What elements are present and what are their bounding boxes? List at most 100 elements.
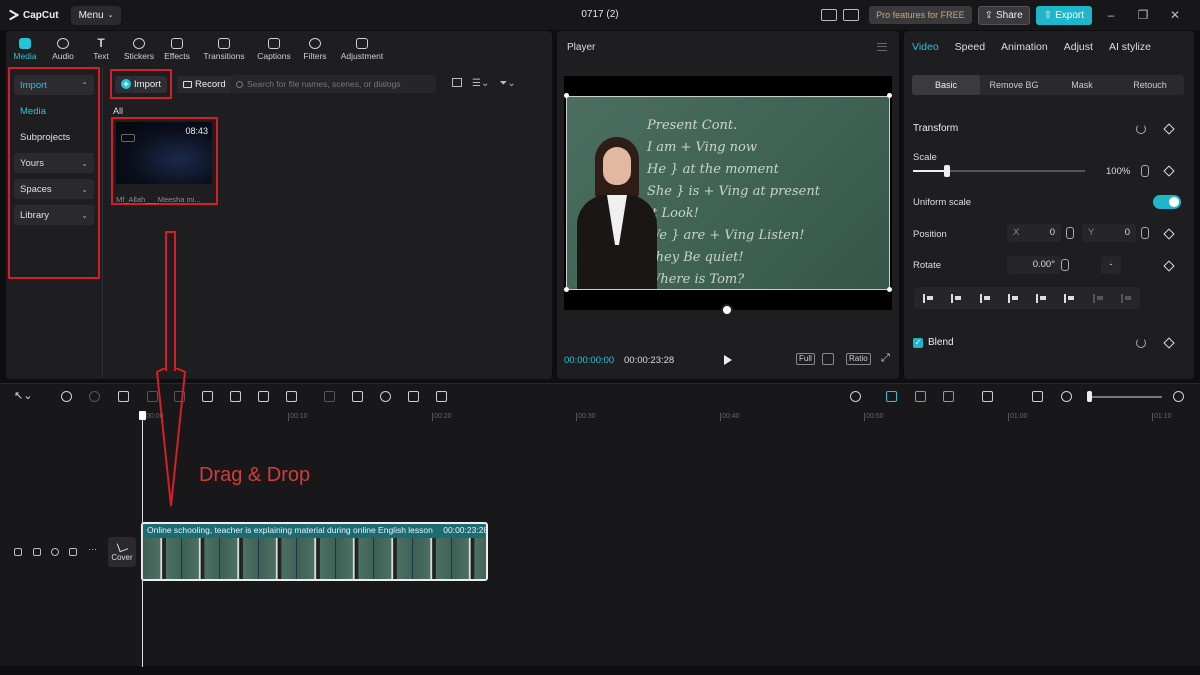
grid-view-icon[interactable] (452, 78, 462, 87)
menu-icon[interactable] (877, 43, 887, 51)
tab-animation[interactable]: Animation (993, 41, 1056, 53)
minimize-icon[interactable]: – (1098, 8, 1124, 22)
blend-heading[interactable]: Blend (928, 337, 954, 348)
align-top-icon[interactable] (1007, 293, 1018, 303)
rotate-input[interactable]: 0.00° (1007, 256, 1061, 274)
keyframe-icon[interactable] (1163, 337, 1175, 349)
keyframe-icon[interactable] (1163, 123, 1175, 135)
filter-icon[interactable]: ⏷⌄ (499, 78, 515, 89)
cover-button[interactable]: Cover (108, 537, 136, 567)
pro-features-button[interactable]: Pro features for FREE (869, 6, 972, 24)
media-thumbnail[interactable]: 08:43 (116, 122, 212, 184)
hd-icon[interactable] (436, 391, 447, 402)
zoom-slider[interactable] (1090, 396, 1162, 398)
reset-icon[interactable] (1136, 124, 1146, 134)
position-y-stepper-icon[interactable] (1141, 227, 1149, 239)
tab-filters[interactable]: Filters (296, 31, 334, 61)
transform-heading[interactable]: Transform (913, 123, 958, 134)
scale-slider-knob[interactable] (944, 165, 951, 177)
align-center-h-icon[interactable] (951, 293, 962, 303)
split-icon[interactable] (118, 391, 129, 402)
close-icon[interactable]: ✕ (1162, 8, 1188, 22)
side-item-spaces[interactable]: Spaces ⌄ (14, 179, 94, 199)
person-icon[interactable] (380, 391, 391, 402)
keyframe-icon[interactable] (1163, 260, 1175, 272)
import-button[interactable]: + Import (115, 75, 167, 93)
rotate-stepper-icon[interactable] (1061, 259, 1069, 271)
blend-checkbox[interactable]: ✓ (913, 338, 923, 348)
resize-handle[interactable] (887, 93, 892, 98)
more-icon[interactable]: ··· (88, 544, 97, 554)
lock-icon[interactable] (33, 548, 41, 556)
mirror-icon[interactable] (352, 391, 363, 402)
export-button[interactable]: ⇧ Export (1035, 5, 1092, 25)
volume-icon[interactable] (69, 548, 77, 556)
align-right-icon[interactable] (979, 293, 990, 303)
fullscreen-icon[interactable]: ⤢ (879, 353, 892, 365)
magnet-icon[interactable] (915, 391, 926, 402)
microphone-icon[interactable] (850, 391, 861, 402)
video-preview[interactable]: Present Cont. I am + Ving now He } at th… (564, 76, 892, 310)
undo-icon[interactable] (61, 391, 72, 402)
position-y-input[interactable]: Y 0 (1082, 224, 1136, 242)
tab-captions[interactable]: Captions (252, 31, 296, 61)
link-clips-icon[interactable] (943, 391, 954, 402)
tab-audio[interactable]: Audio (44, 31, 82, 61)
maximize-icon[interactable]: ❐ (1130, 8, 1156, 22)
keyframe-icon[interactable] (1163, 228, 1175, 240)
fit-icon[interactable] (822, 353, 834, 365)
scale-stepper-icon[interactable] (1141, 165, 1149, 177)
scale-value[interactable]: 100% (1106, 166, 1130, 177)
link-icon[interactable] (886, 391, 897, 402)
preview-axis-icon[interactable] (982, 391, 993, 402)
record-button[interactable]: Record (177, 76, 232, 93)
tab-adjustment[interactable]: Adjustment (334, 31, 390, 61)
position-x-stepper-icon[interactable] (1066, 227, 1074, 239)
tab-adjust[interactable]: Adjust (1056, 41, 1101, 53)
side-item-yours[interactable]: Yours ⌄ (14, 153, 94, 173)
resize-handle[interactable] (887, 287, 892, 292)
rotate-handle-icon[interactable] (721, 304, 733, 316)
sort-icon[interactable]: ☰⌄ (472, 78, 489, 89)
zoom-out-icon[interactable] (1061, 391, 1072, 402)
full-button[interactable]: Full (796, 353, 815, 365)
tab-transitions[interactable]: Transitions (196, 31, 252, 61)
keyboard-icon[interactable] (843, 9, 860, 21)
tab-speed[interactable]: Speed (947, 41, 993, 53)
zoom-in-icon[interactable] (1173, 391, 1184, 402)
tab-effects[interactable]: Effects (158, 31, 196, 61)
delete-icon[interactable] (202, 391, 213, 402)
magic-wand-icon[interactable] (408, 391, 419, 402)
side-item-media[interactable]: Media (14, 101, 94, 121)
align-center-v-icon[interactable] (1036, 293, 1047, 303)
tab-video[interactable]: Video (904, 41, 947, 53)
uniform-scale-toggle[interactable] (1153, 195, 1181, 209)
menu-button[interactable]: Menu ⌄ (70, 5, 122, 25)
subtab-mask[interactable]: Mask (1048, 75, 1116, 95)
reset-icon[interactable] (1136, 338, 1146, 348)
play-icon[interactable] (724, 355, 732, 365)
share-button[interactable]: ⇪ Share (977, 5, 1030, 25)
tab-stickers[interactable]: Stickers (120, 31, 158, 61)
resize-handle[interactable] (564, 93, 569, 98)
resize-handle[interactable] (564, 287, 569, 292)
side-item-library[interactable]: Library ⌄ (14, 205, 94, 225)
marker-icon[interactable] (230, 391, 241, 402)
scale-slider[interactable] (913, 165, 1085, 177)
ratio-button[interactable]: Ratio (846, 353, 871, 365)
subtab-basic[interactable]: Basic (912, 75, 980, 95)
keyframe-icon[interactable] (1163, 165, 1175, 177)
rotate-flip-button[interactable]: - (1101, 256, 1121, 274)
fullscreen-timeline-icon[interactable] (1032, 391, 1043, 402)
select-tool-icon[interactable]: ↖⌄ (14, 389, 32, 402)
position-x-input[interactable]: X 0 (1007, 224, 1061, 242)
playhead[interactable] (139, 411, 146, 667)
media-search-input[interactable]: Search for file names, scenes, or dialog… (230, 75, 436, 93)
align-left-icon[interactable] (923, 293, 934, 303)
side-item-subprojects[interactable]: Subprojects (14, 127, 94, 147)
timeline-video-clip[interactable]: Online schooling, teacher is explaining … (141, 522, 488, 581)
zoom-slider-knob[interactable] (1087, 391, 1092, 402)
align-bottom-icon[interactable] (1064, 293, 1075, 303)
loop-icon[interactable] (258, 391, 269, 402)
tab-media[interactable]: Media (6, 31, 44, 61)
